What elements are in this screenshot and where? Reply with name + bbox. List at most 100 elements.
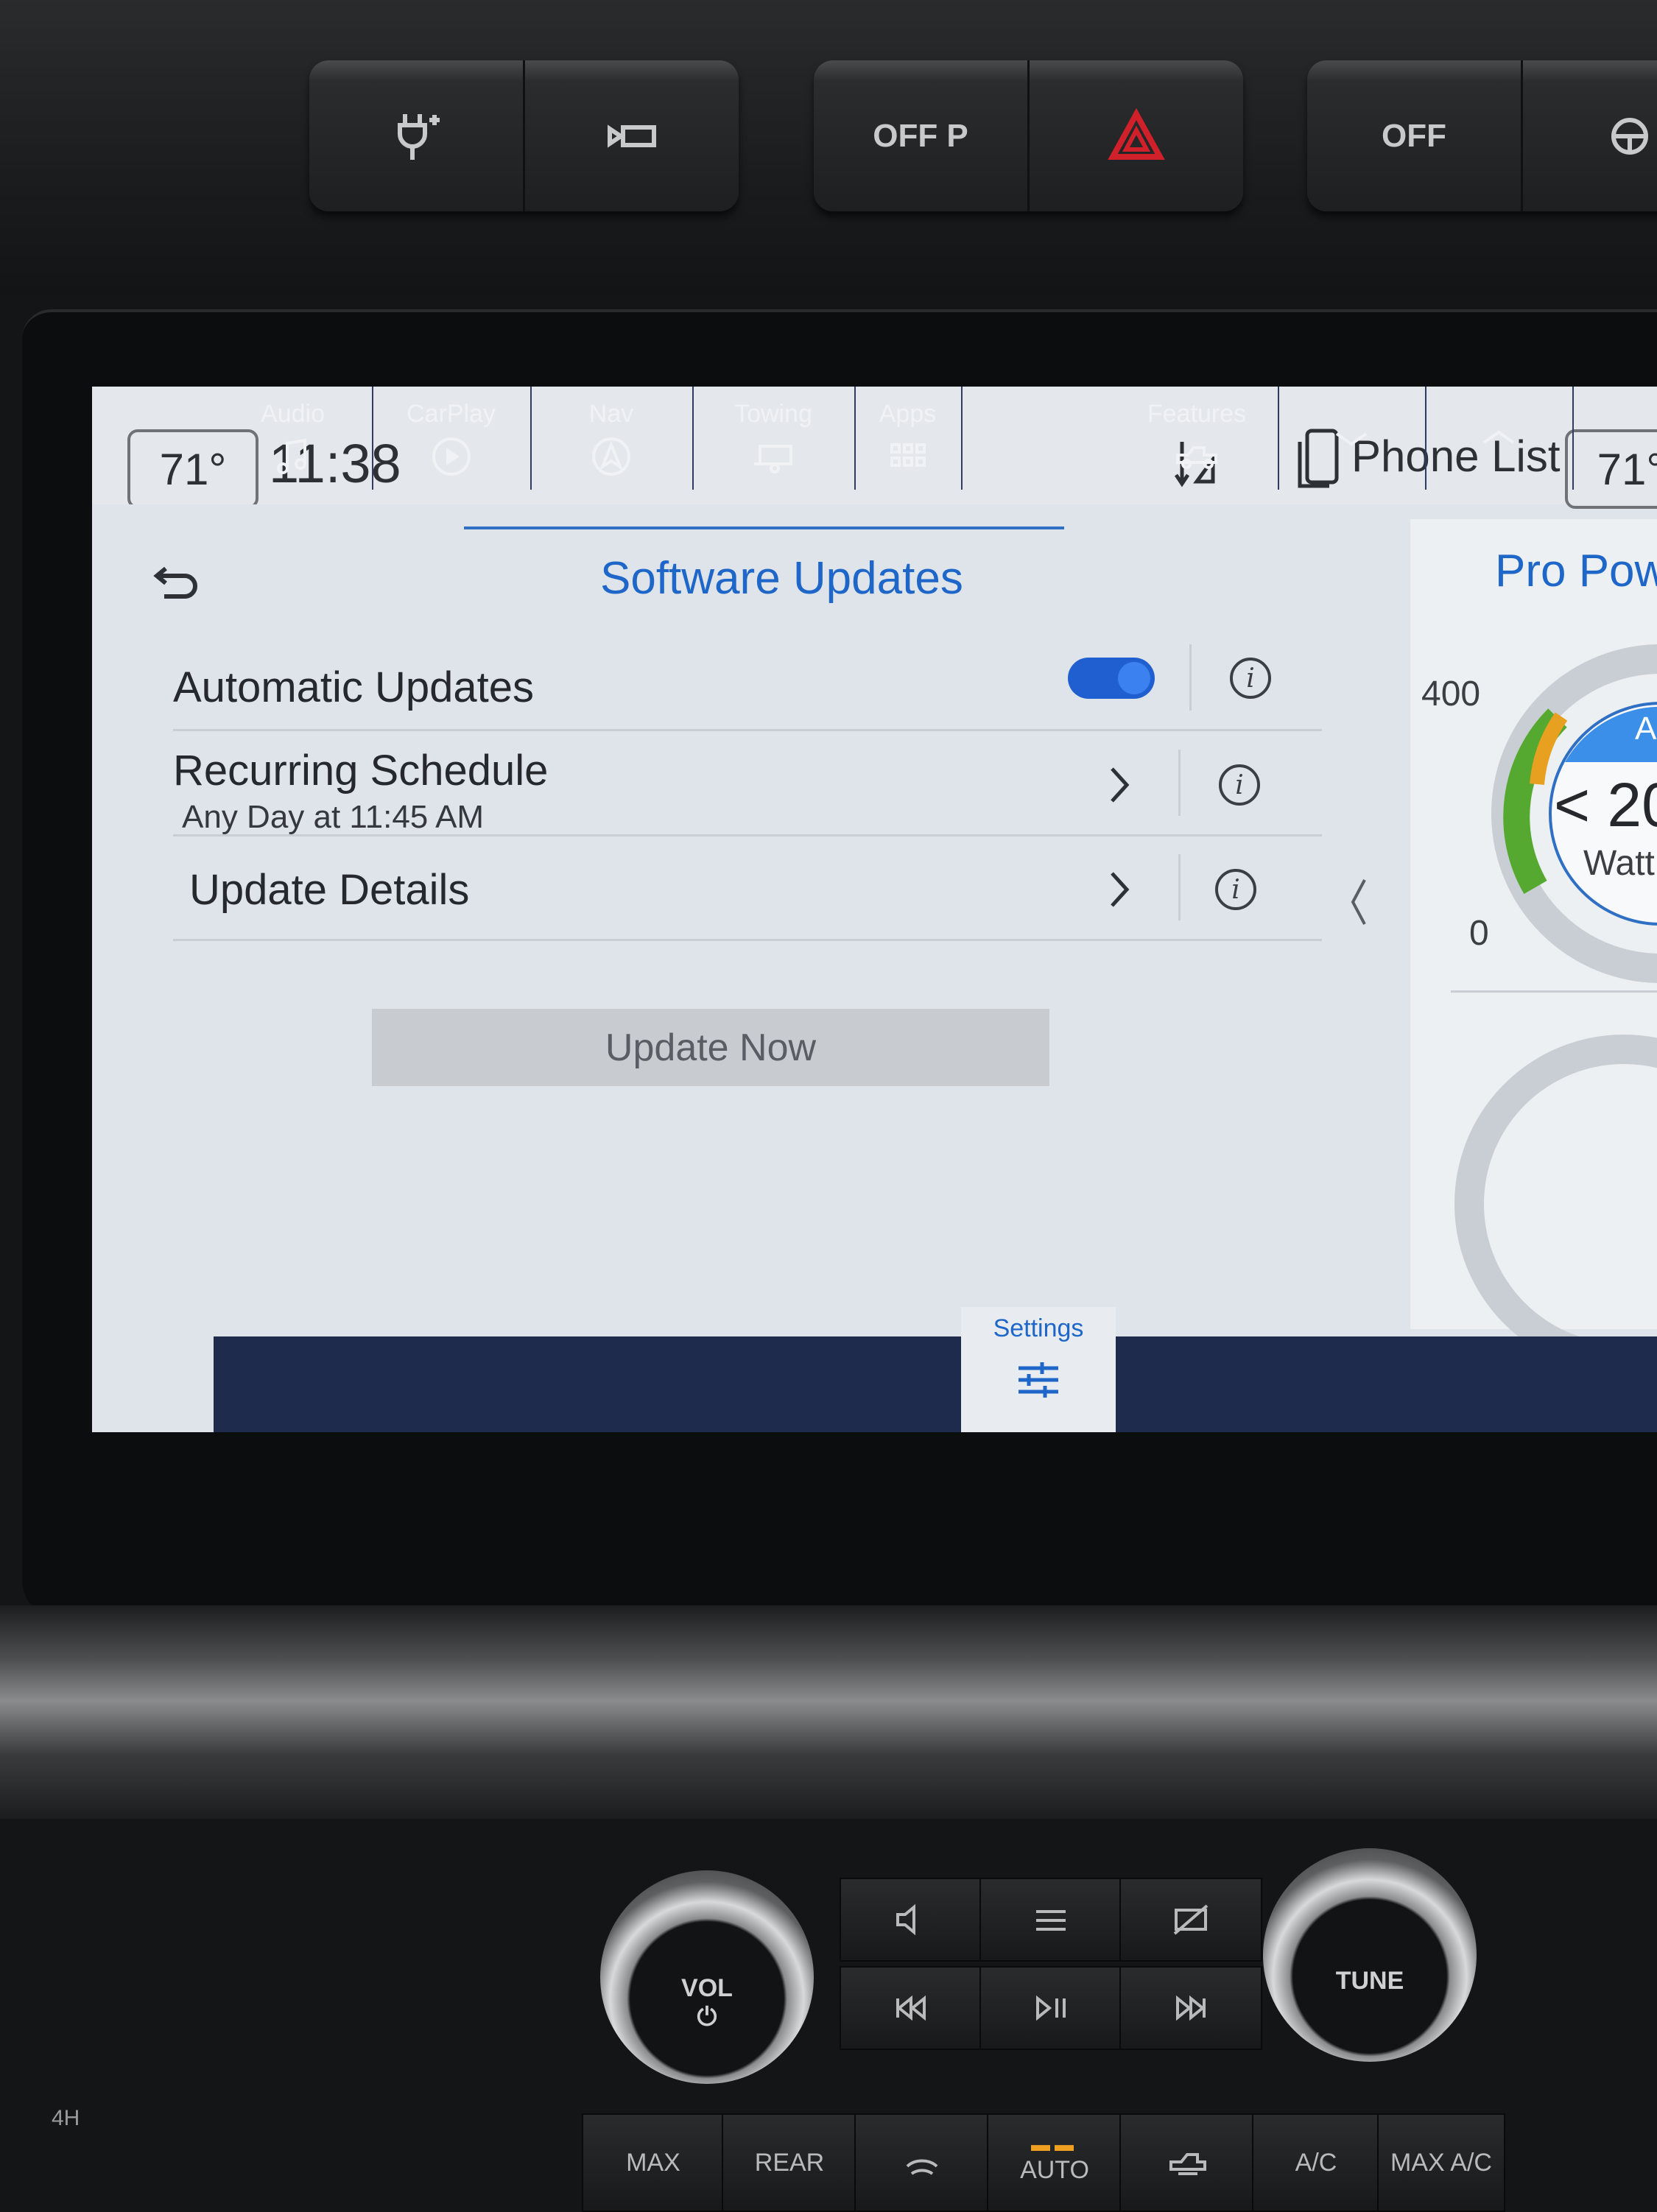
seek-back-icon [896, 1995, 926, 2021]
play-circle-icon [432, 437, 471, 476]
nav-settings-label: Settings [993, 1314, 1084, 1342]
nav-scroll-down[interactable] [1278, 387, 1426, 490]
max-defrost-label: MAX [626, 2148, 680, 2177]
chevron-right-icon [1111, 872, 1130, 907]
temperature-right-button[interactable]: 71° [1565, 429, 1657, 509]
play-pause-button[interactable] [979, 1966, 1122, 2050]
power-outlet-button[interactable] [309, 60, 523, 211]
max-defrost-button[interactable]: MAX [582, 2113, 725, 2212]
trailer-icon [754, 444, 792, 473]
chevron-left-icon[interactable] [1344, 873, 1373, 931]
sound-settings-button[interactable] [979, 1878, 1122, 1962]
speaker-icon [896, 1903, 915, 1936]
hazard-icon [1108, 108, 1165, 160]
navigation-arrow-icon [592, 437, 630, 476]
dashboard-top: OFF P OFF [0, 0, 1657, 295]
back-icon[interactable] [151, 560, 203, 604]
info-icon[interactable]: i [1230, 658, 1271, 699]
title-underline [464, 526, 1064, 529]
nav-towing-label: Towing [734, 399, 812, 428]
hardware-button-group-center: OFF P [814, 60, 1243, 211]
volume-label: VOL [681, 1974, 733, 2002]
update-details-row[interactable]: Update Details i [173, 836, 1322, 941]
play-pause-icon [1036, 1995, 1066, 2021]
nav-carplay-label: CarPlay [407, 399, 496, 428]
recurring-schedule-value: Any Day at 11:45 AM [182, 799, 485, 835]
trailer-assist-button[interactable] [1521, 60, 1657, 211]
hardware-button-group-right: OFF [1307, 60, 1657, 211]
park-assist-button[interactable]: OFF P [814, 60, 1027, 211]
info-icon[interactable]: i [1215, 869, 1256, 910]
sliders-icon [1019, 1362, 1058, 1398]
recurring-schedule-label: Recurring Schedule [173, 747, 549, 795]
gauge-max-label: 400 [1421, 674, 1481, 714]
pro-power-title: Pro Powe [1495, 546, 1657, 596]
tune-label: TUNE [1335, 1966, 1404, 1995]
music-note-icon [276, 438, 306, 474]
nav-apps[interactable]: Apps [854, 387, 963, 490]
chrome-trim [0, 1605, 1657, 1819]
traction-off-label: OFF [1382, 117, 1446, 154]
automatic-updates-row: Automatic Updates i [173, 637, 1322, 731]
display-off-button[interactable] [1119, 1878, 1262, 1962]
truck-icon [1176, 445, 1217, 469]
ac-label: A/C [1295, 2148, 1337, 2177]
recirculation-button[interactable] [1119, 2113, 1255, 2212]
nav-audio[interactable]: Audio [214, 387, 373, 490]
camera-icon [608, 124, 656, 148]
equalizer-icon [1036, 1910, 1066, 1931]
nav-towing[interactable]: Towing [692, 387, 856, 490]
nav-features-label: Features [1147, 399, 1247, 428]
nav-nav-label: Nav [588, 399, 634, 428]
nav-audio-label: Audio [261, 399, 325, 428]
recirculation-icon [1169, 2153, 1206, 2175]
info-icon[interactable]: i [1219, 764, 1260, 806]
ac-button[interactable]: A/C [1252, 2113, 1380, 2212]
pro-power-value: < 20 [1554, 770, 1657, 839]
park-assist-label: OFF P [873, 117, 968, 154]
volume-knob[interactable]: VOL ⏻ [600, 1870, 814, 2084]
traction-control-button[interactable]: OFF [1307, 60, 1521, 211]
fan-mode-button[interactable] [854, 2113, 990, 2212]
max-ac-label: MAX A/C [1390, 2148, 1492, 2177]
apps-grid-icon [890, 443, 926, 467]
four-h-label: 4H [52, 2106, 80, 2130]
tune-knob[interactable]: TUNE [1263, 1848, 1477, 2062]
page-title: Software Updates [600, 553, 963, 604]
auto-label: AUTO [1020, 2156, 1089, 2184]
seek-forward-icon [1176, 1995, 1206, 2021]
bottom-nav-bar [214, 1336, 1657, 1432]
max-ac-button[interactable]: MAX A/C [1377, 2113, 1505, 2212]
airflow-icon [906, 2159, 938, 2175]
infotainment-screen: 71° 11:38 Phone List 71° Software Update… [92, 387, 1657, 1432]
hazard-button[interactable] [1027, 60, 1243, 211]
nav-carplay[interactable]: CarPlay [372, 387, 532, 490]
chevron-down-icon [1335, 432, 1368, 446]
auto-climate-button[interactable]: ▬▬ AUTO [987, 2113, 1122, 2212]
climate-audio-console: VOL ⏻ TUNE MAX REAR ▬▬ AUTO A/C MAX A/C 4… [0, 1819, 1657, 2212]
plug-icon [398, 113, 440, 160]
steering-wheel-icon [1611, 117, 1648, 155]
camera-button[interactable] [523, 60, 739, 211]
automatic-updates-toggle[interactable] [1068, 658, 1155, 699]
nav-settings[interactable]: Settings [961, 1307, 1116, 1432]
rear-defrost-button[interactable]: REAR [722, 2113, 857, 2212]
rear-defrost-label: REAR [754, 2148, 825, 2177]
seek-back-button[interactable] [840, 1966, 982, 2050]
display-off-icon [1173, 1904, 1209, 1935]
update-details-label: Update Details [189, 866, 470, 914]
mute-button[interactable] [840, 1878, 982, 1962]
seek-forward-button[interactable] [1119, 1966, 1262, 2050]
chevron-up-icon [1482, 430, 1515, 444]
nav-nav[interactable]: Nav [530, 387, 694, 490]
chevron-right-icon [1111, 767, 1130, 803]
pro-power-unit: Watt [1583, 844, 1655, 883]
automatic-updates-label: Automatic Updates [173, 663, 535, 711]
recurring-schedule-row[interactable]: Recurring Schedule Any Day at 11:45 AM i [173, 731, 1322, 836]
nav-scroll-up[interactable] [1425, 387, 1574, 490]
nav-apps-label: Apps [879, 399, 937, 428]
gauge-mode-label: A [1635, 711, 1657, 747]
temp-right-value: 71° [1597, 444, 1657, 494]
nav-features[interactable]: Features [1116, 387, 1279, 490]
update-now-button[interactable]: Update Now [372, 1009, 1049, 1086]
